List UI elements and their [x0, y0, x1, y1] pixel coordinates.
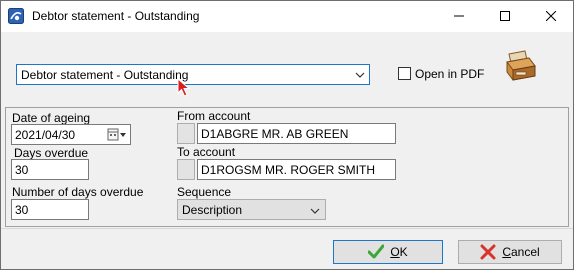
minimize-icon — [454, 10, 464, 24]
date-of-ageing-value: 2021/04/30 — [15, 127, 76, 142]
report-type-value: Debtor statement - Outstanding — [21, 67, 189, 82]
number-of-days-overdue-label: Number of days overdue — [12, 185, 144, 199]
to-account-field[interactable]: D1ROGSM MR. ROGER SMITH — [197, 159, 396, 180]
window-title: Debtor statement - Outstanding — [32, 9, 200, 23]
maximize-button[interactable] — [482, 1, 528, 32]
printer-icon[interactable] — [503, 48, 539, 84]
date-of-ageing-label: Date of ageing — [12, 111, 91, 125]
open-in-pdf-label[interactable]: Open in PDF — [415, 67, 484, 81]
days-overdue-field[interactable]: 30 — [11, 159, 89, 180]
close-button[interactable] — [528, 1, 574, 32]
checkmark-icon — [368, 244, 385, 260]
from-account-lookup-button[interactable] — [177, 123, 195, 144]
dialog-button-bar: OK Cancel — [1, 228, 573, 269]
chevron-down-icon — [310, 205, 320, 219]
calendar-icon[interactable] — [107, 128, 127, 141]
sequence-value: Description — [182, 202, 243, 217]
mouse-cursor-icon — [177, 77, 191, 98]
cancel-label: Cancel — [502, 245, 540, 259]
to-account-lookup-button[interactable] — [177, 159, 195, 180]
cross-icon — [480, 244, 496, 260]
dialog-window: Debtor statement - Outstanding Debtor st… — [0, 0, 574, 270]
number-of-days-overdue-field[interactable]: 30 — [11, 199, 89, 220]
open-in-pdf-checkbox[interactable] — [398, 67, 411, 80]
ok-label: OK — [390, 245, 408, 259]
report-options-area: Debtor statement - Outstanding Open in P… — [1, 32, 573, 104]
from-account-label: From account — [177, 109, 251, 123]
ok-button[interactable]: OK — [333, 240, 443, 264]
sequence-label: Sequence — [177, 185, 232, 199]
statement-parameters-panel: Date of ageing 2021/04/30 Days overdue 3… — [5, 107, 569, 227]
date-of-ageing-field[interactable]: 2021/04/30 — [11, 124, 131, 145]
close-icon — [545, 10, 557, 24]
days-overdue-label: Days overdue — [14, 146, 89, 160]
maximize-icon — [500, 10, 510, 24]
title-bar[interactable]: Debtor statement - Outstanding — [1, 1, 573, 32]
to-account-value: D1ROGSM MR. ROGER SMITH — [201, 162, 376, 177]
chevron-down-icon — [355, 69, 365, 83]
cancel-button[interactable]: Cancel — [458, 240, 562, 264]
minimize-button[interactable] — [436, 1, 482, 32]
from-account-field[interactable]: D1ABGRE MR. AB GREEN — [197, 123, 396, 144]
report-type-dropdown[interactable]: Debtor statement - Outstanding — [16, 64, 370, 85]
number-of-days-overdue-value: 30 — [15, 202, 29, 217]
app-icon — [8, 8, 24, 24]
sequence-dropdown[interactable]: Description — [177, 199, 326, 220]
to-account-label: To account — [177, 145, 236, 159]
from-account-value: D1ABGRE MR. AB GREEN — [201, 126, 349, 141]
days-overdue-value: 30 — [15, 162, 29, 177]
